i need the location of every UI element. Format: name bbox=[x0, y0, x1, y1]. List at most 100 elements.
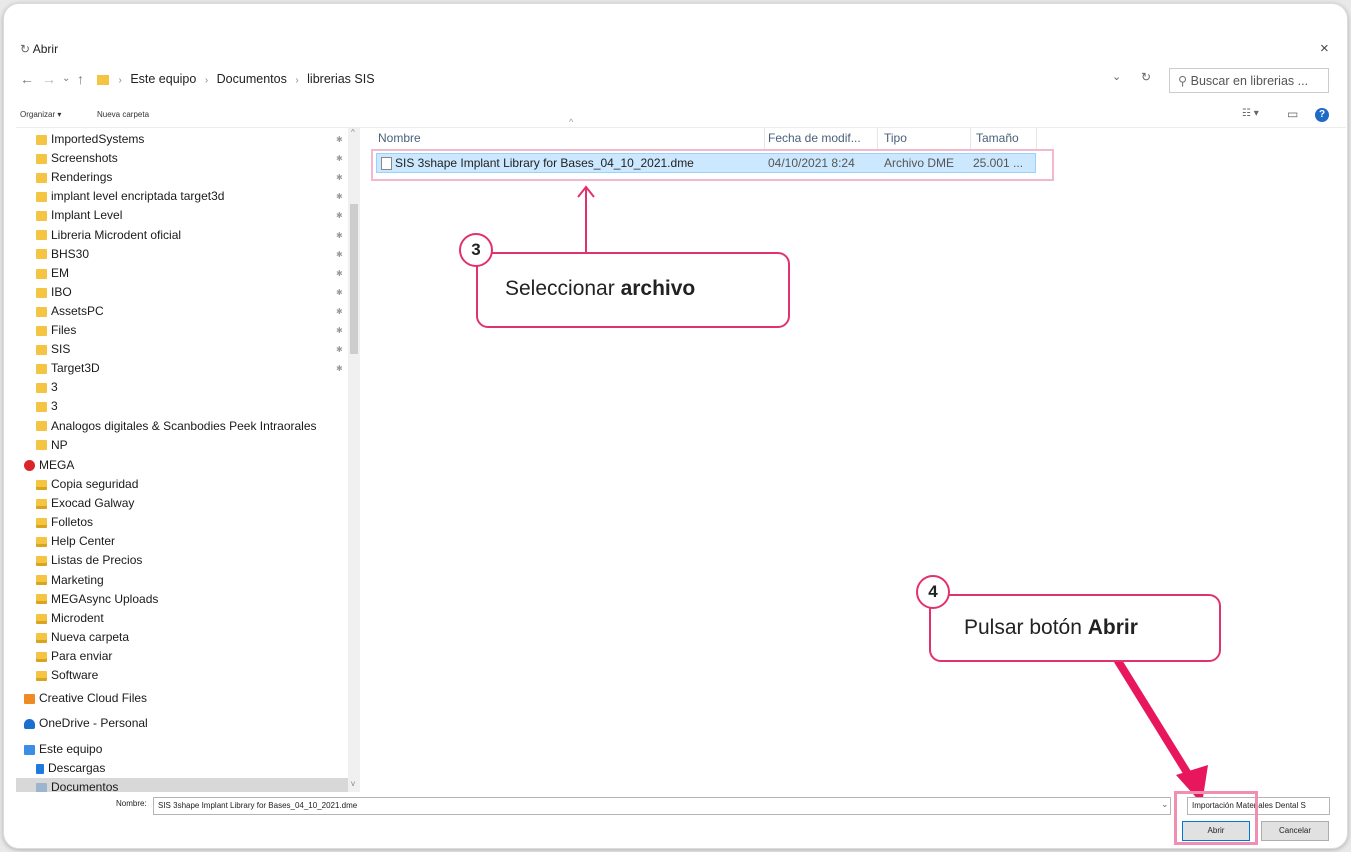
column-header-size[interactable]: Tamaño bbox=[976, 131, 1019, 145]
sidebar-item-label: Nueva carpeta bbox=[51, 629, 130, 644]
sidebar-item-quick[interactable]: AssetsPC ✱ bbox=[16, 302, 360, 321]
sidebar-item-quick[interactable]: Analogos digitales & Scanbodies Peek Int… bbox=[16, 417, 360, 436]
scroll-down-icon[interactable]: v bbox=[351, 779, 355, 788]
up-button[interactable]: ↑ bbox=[77, 71, 84, 87]
folder-icon bbox=[97, 74, 109, 85]
sidebar-item-documents[interactable]: Documentos bbox=[16, 778, 360, 792]
refresh-button[interactable]: ↻ bbox=[1141, 70, 1151, 84]
folder-icon bbox=[36, 402, 47, 413]
sidebar-item-mega-folder[interactable]: Marketing bbox=[16, 571, 360, 590]
sidebar-item-label: Files bbox=[51, 323, 77, 337]
address-bar[interactable]: › Este equipo › Documentos › librerias S… bbox=[97, 66, 1127, 92]
sidebar-item-label: Descargas bbox=[48, 761, 106, 775]
refresh-icon: ↻ bbox=[20, 42, 33, 56]
search-input[interactable]: ⚲ Buscar en librerias ... bbox=[1169, 68, 1329, 93]
sidebar-item-quick[interactable]: Target3D ✱ bbox=[16, 359, 360, 378]
dialog-window: ↻ Abrir × ← → ⌄ ↑ › Este equipo › Docume… bbox=[3, 3, 1348, 849]
sidebar-item-quick[interactable]: EM ✱ bbox=[16, 264, 360, 283]
sidebar-item-creative-cloud[interactable]: Creative Cloud Files bbox=[16, 689, 360, 708]
annotation-step4-number: 4 bbox=[916, 575, 950, 609]
annotation-step3-bold: archivo bbox=[620, 277, 696, 300]
sidebar-item-quick[interactable]: Implant Level ✱ bbox=[16, 206, 360, 225]
sidebar-item-label: Target3D bbox=[51, 361, 100, 376]
folder-icon bbox=[36, 594, 47, 605]
sidebar-item-mega-folder[interactable]: Help Center bbox=[16, 532, 360, 551]
pin-icon: ✱ bbox=[336, 326, 343, 335]
sidebar-item-mega-folder[interactable]: Software bbox=[16, 666, 360, 685]
annotation-step3-text: Seleccionar bbox=[505, 277, 621, 300]
preview-pane-button[interactable]: ▭ bbox=[1287, 107, 1298, 121]
sidebar-item-this-pc[interactable]: Este equipo bbox=[16, 740, 360, 759]
help-button[interactable]: ? bbox=[1315, 108, 1329, 122]
back-button[interactable]: ← bbox=[20, 71, 34, 87]
recent-dropdown-button[interactable]: ⌄ bbox=[62, 73, 70, 84]
cancel-button[interactable]: Cancelar bbox=[1261, 821, 1329, 841]
forward-button[interactable]: → bbox=[42, 71, 56, 87]
sidebar-item-quick[interactable]: IBO ✱ bbox=[16, 283, 360, 302]
breadcrumb-este-equipo[interactable]: Este equipo bbox=[130, 72, 196, 86]
breadcrumb-documentos[interactable]: Documentos bbox=[217, 72, 287, 86]
sidebar-item-quick[interactable]: 3 bbox=[16, 378, 360, 397]
pin-icon: ✱ bbox=[336, 306, 343, 316]
sidebar-item-label: Libreria Microdent oficial bbox=[51, 227, 182, 242]
folder-icon bbox=[36, 632, 47, 643]
file-row[interactable]: SIS 3shape Implant Library for Bases_04_… bbox=[376, 153, 1036, 173]
sidebar-item-downloads[interactable]: Descargas bbox=[16, 759, 360, 778]
sidebar-item-mega-folder[interactable]: Exocad Galway bbox=[16, 494, 360, 513]
filetype-select[interactable]: Importación Materiales Dental S bbox=[1187, 797, 1330, 815]
breadcrumb-librerias-sis[interactable]: librerias SIS bbox=[307, 72, 374, 86]
folder-icon bbox=[36, 325, 47, 336]
sidebar-item-mega-folder[interactable]: MEGAsync Uploads bbox=[16, 590, 360, 609]
folder-icon bbox=[36, 383, 47, 394]
sidebar-item-quick[interactable]: ImportedSystems ✱ bbox=[16, 130, 360, 149]
column-header-type[interactable]: Tipo bbox=[884, 131, 907, 145]
open-button[interactable]: Abrir bbox=[1182, 821, 1250, 841]
sidebar-item-quick[interactable]: Files ✱ bbox=[16, 321, 360, 340]
sidebar-item-mega-folder[interactable]: Microdent bbox=[16, 609, 360, 628]
new-folder-button[interactable]: Nueva carpeta bbox=[97, 110, 149, 119]
address-dropdown-button[interactable]: ⌄ bbox=[1112, 70, 1121, 83]
onedrive-icon bbox=[24, 718, 35, 729]
sidebar-item-mega-folder[interactable]: Listas de Precios bbox=[16, 551, 360, 570]
folder-icon bbox=[36, 537, 47, 548]
annotation-step4-box: Pulsar botón Abrir bbox=[929, 594, 1221, 662]
sidebar-item-mega-folder[interactable]: Para enviar bbox=[16, 647, 360, 666]
view-options-button[interactable]: ☷ ▾ bbox=[1242, 108, 1259, 119]
sidebar-item-mega-folder[interactable]: Folletos bbox=[16, 513, 360, 532]
column-header-name[interactable]: Nombre bbox=[378, 131, 421, 145]
close-button[interactable]: × bbox=[1320, 40, 1329, 57]
sidebar-item-quick[interactable]: Screenshots ✱ bbox=[16, 149, 360, 168]
filename-label: Nombre: bbox=[116, 799, 147, 808]
column-header-date[interactable]: Fecha de modif... bbox=[768, 131, 861, 145]
folder-icon bbox=[36, 670, 47, 681]
scroll-up-icon[interactable]: ^ bbox=[351, 128, 355, 137]
mega-icon bbox=[24, 460, 35, 472]
sidebar-item-label: IBO bbox=[51, 284, 72, 299]
folder-icon bbox=[36, 287, 47, 298]
annotation-step4-text: Pulsar botón bbox=[964, 616, 1088, 639]
file-date: 04/10/2021 8:24 bbox=[768, 156, 855, 170]
file-type: Archivo DME bbox=[884, 156, 955, 170]
sidebar-item-mega[interactable]: MEGA bbox=[16, 456, 360, 475]
nav-scrollbar-thumb[interactable] bbox=[350, 204, 358, 354]
sidebar-item-quick[interactable]: NP bbox=[16, 436, 360, 455]
sidebar-item-quick[interactable]: Libreria Microdent oficial ✱ bbox=[16, 226, 360, 245]
folder-icon bbox=[36, 421, 47, 432]
filename-dropdown-icon[interactable]: ⌄ bbox=[1161, 799, 1169, 810]
navigation-pane: ImportedSystems ✱ Screenshots ✱ Renderings ✱ i… bbox=[16, 128, 360, 792]
sidebar-item-quick[interactable]: implant level encriptada target3d ✱ bbox=[16, 187, 360, 206]
folder-icon bbox=[36, 498, 47, 509]
sidebar-item-quick[interactable]: 3 bbox=[16, 397, 360, 416]
sidebar-item-quick[interactable]: Renderings ✱ bbox=[16, 168, 360, 187]
sidebar-item-label: Implant Level bbox=[51, 208, 123, 223]
organize-button[interactable]: Organizar ▾ bbox=[20, 110, 61, 119]
sidebar-item-quick[interactable]: SIS ✱ bbox=[16, 340, 360, 359]
sidebar-item-mega-folder[interactable]: Copia seguridad bbox=[16, 475, 360, 494]
sidebar-item-onedrive[interactable]: OneDrive - Personal bbox=[16, 714, 360, 733]
pin-icon: ✱ bbox=[336, 211, 343, 221]
sidebar-item-quick[interactable]: BHS30 ✱ bbox=[16, 245, 360, 264]
computer-icon bbox=[24, 744, 35, 755]
filename-input[interactable]: SIS 3shape Implant Library for Bases_04_… bbox=[153, 797, 1171, 815]
sidebar-item-mega-folder[interactable]: Nueva carpeta bbox=[16, 628, 360, 647]
document-icon bbox=[36, 782, 47, 792]
